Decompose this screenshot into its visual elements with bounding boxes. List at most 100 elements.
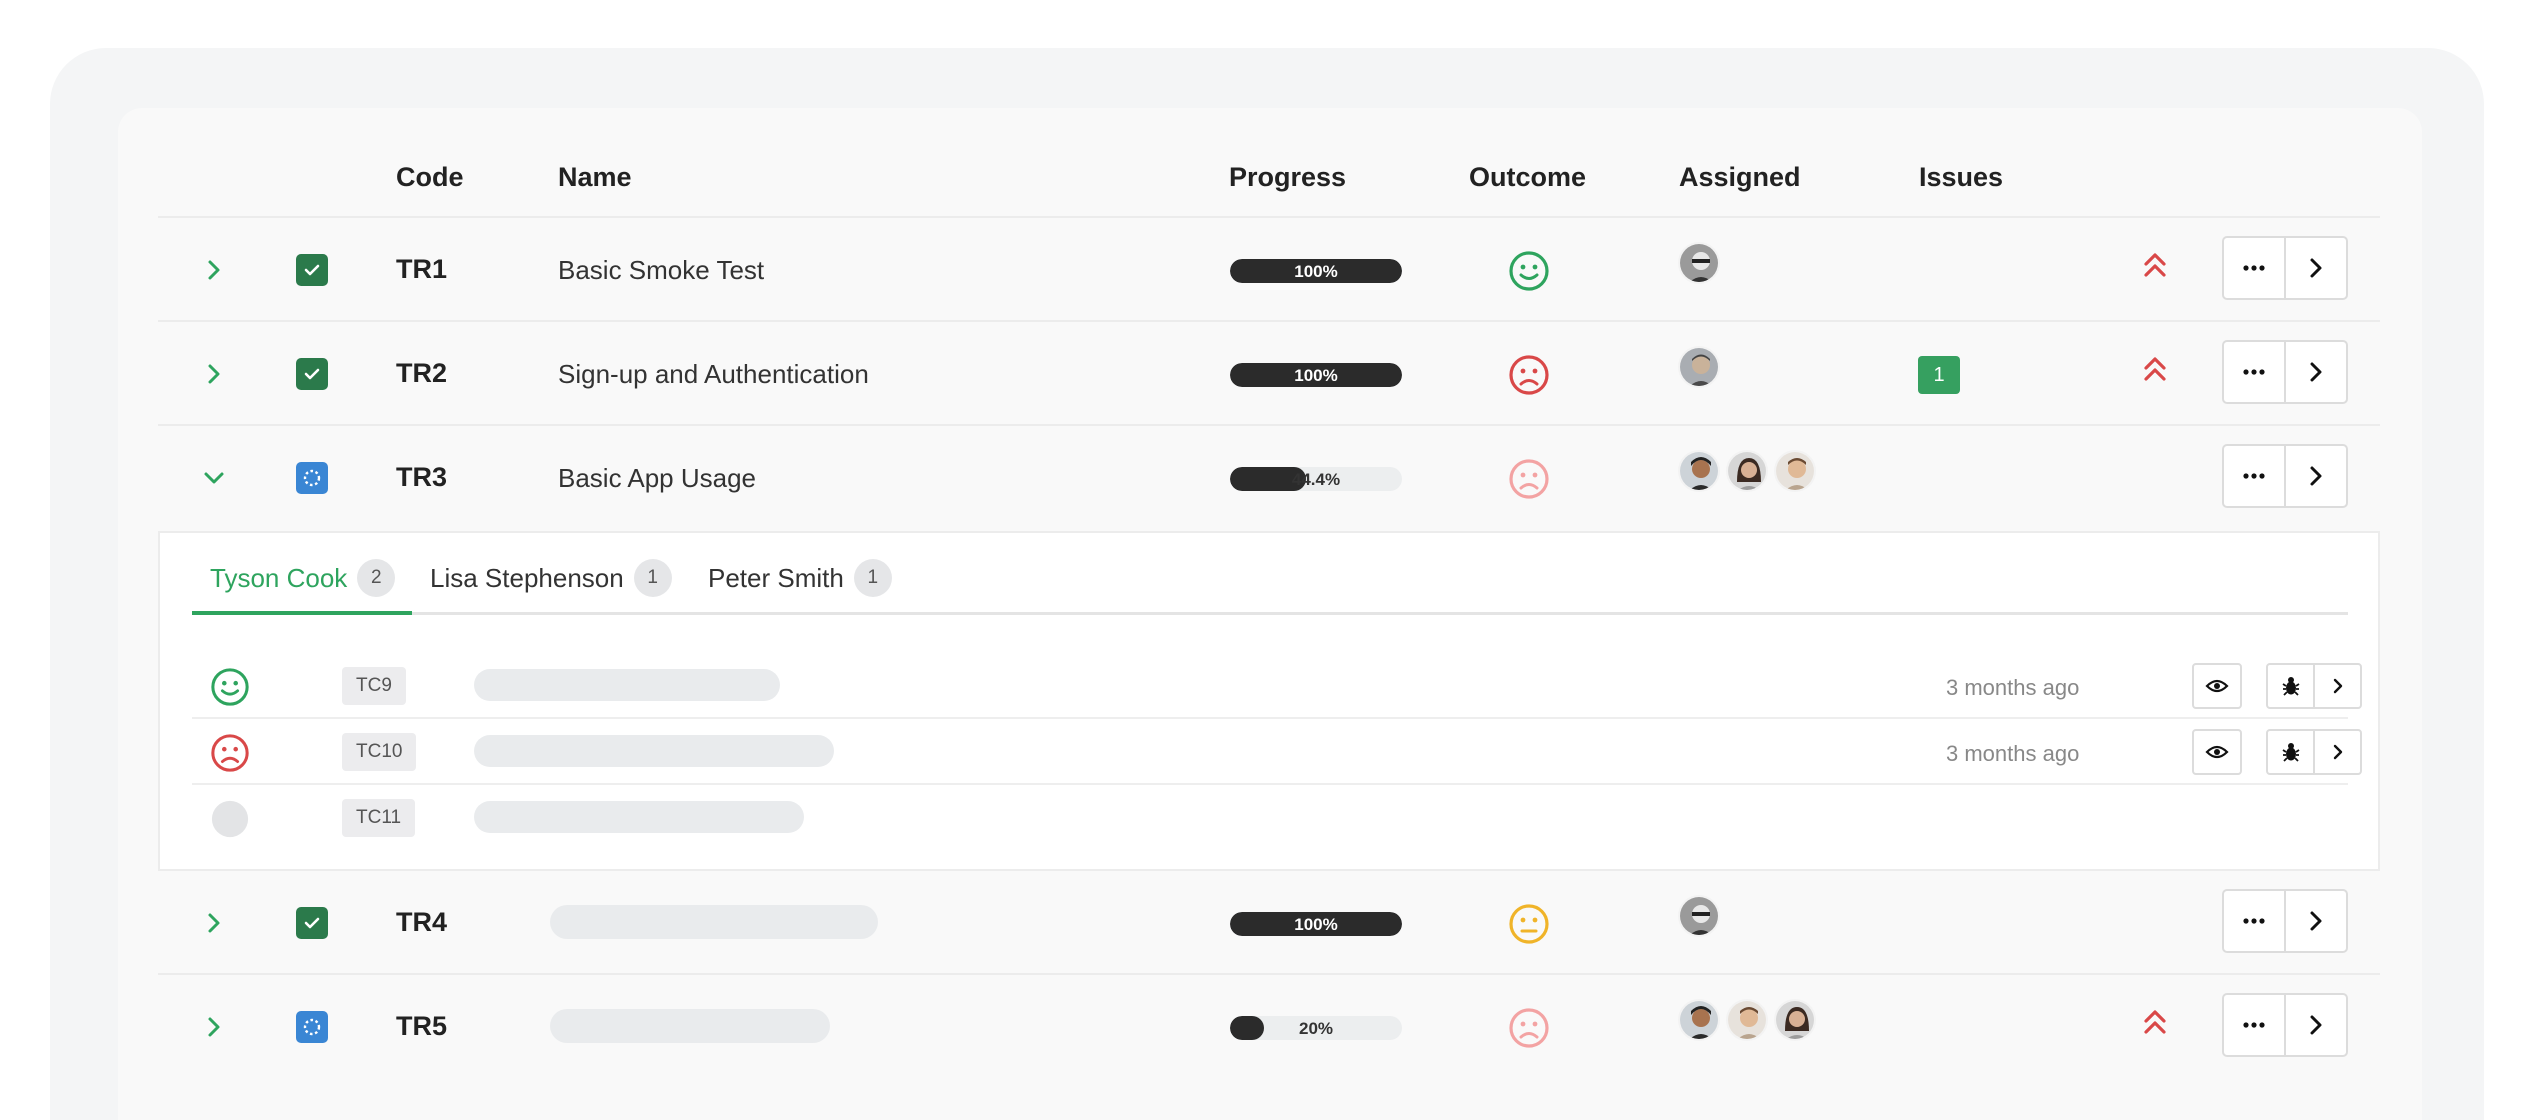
status-complete-checkbox[interactable]	[296, 254, 328, 286]
assignees	[1678, 346, 1726, 388]
tab-count: 2	[357, 559, 396, 597]
chevron-right-icon[interactable]	[198, 1009, 230, 1045]
report-bug-button[interactable]	[2268, 731, 2313, 773]
tab-peter-smith[interactable]: Peter Smith 1	[708, 559, 892, 597]
column-assigned[interactable]: Assigned	[1679, 162, 1801, 193]
run-code: TR3	[396, 462, 448, 492]
run-detail-panel: Tyson Cook 2 Lisa Stephenson 1 Peter Smi…	[158, 531, 2380, 871]
test-case-code: TC10	[342, 733, 417, 771]
smile-icon	[1509, 251, 1549, 291]
tab-lisa-stephenson[interactable]: Lisa Stephenson 1	[430, 559, 672, 597]
table-row[interactable]: TR3 Basic App Usage 44.4%	[158, 426, 2380, 530]
open-button[interactable]	[2284, 995, 2346, 1055]
test-case-name-placeholder	[474, 669, 780, 701]
assignees	[1678, 895, 1726, 937]
table-row[interactable]: TR5 20%	[158, 975, 2380, 1079]
assignees	[1678, 999, 1822, 1041]
progress-bar: 44.4%	[1230, 467, 1402, 491]
table-row[interactable]: TR2 Sign-up and Authentication 100% 1	[158, 322, 2380, 426]
chevron-right-icon	[2333, 744, 2342, 760]
tab-count: 1	[853, 559, 892, 597]
assignees	[1678, 242, 1726, 284]
priority-high-icon	[2144, 1010, 2166, 1034]
test-runs-table: Code Name Progress Outcome Assigned Issu…	[118, 108, 2422, 1120]
avatar[interactable]	[1774, 999, 1816, 1041]
open-test-case-button[interactable]	[2313, 731, 2360, 773]
row-actions	[2222, 993, 2348, 1057]
tab-tyson-cook[interactable]: Tyson Cook 2	[210, 559, 396, 597]
run-code: TR5	[396, 1011, 448, 1041]
bug-icon	[2282, 677, 2299, 696]
row-actions	[2222, 340, 2348, 404]
view-button[interactable]	[2192, 663, 2242, 709]
assignee-tabs: Tyson Cook 2 Lisa Stephenson 1 Peter Smi…	[192, 533, 2348, 615]
avatar[interactable]	[1726, 450, 1768, 492]
open-button[interactable]	[2284, 342, 2346, 402]
timestamp: 3 months ago	[1946, 741, 2080, 766]
list-item[interactable]: TC11	[192, 787, 2348, 851]
chevron-down-icon[interactable]	[198, 460, 230, 496]
issues-badge[interactable]: 1	[1918, 356, 1960, 394]
status-in-progress-checkbox[interactable]	[296, 462, 328, 494]
column-issues[interactable]: Issues	[1919, 162, 2003, 193]
test-case-code: TC11	[342, 799, 416, 837]
chevron-right-icon	[2310, 362, 2322, 382]
chevron-right-icon[interactable]	[198, 905, 230, 941]
report-bug-button[interactable]	[2268, 665, 2313, 707]
sad-icon	[1509, 459, 1549, 499]
table-row[interactable]: TR4 100%	[158, 871, 2380, 975]
run-name[interactable]: Basic Smoke Test	[558, 255, 764, 286]
view-button[interactable]	[2192, 729, 2242, 775]
test-case-name-placeholder	[474, 735, 834, 767]
column-outcome[interactable]: Outcome	[1469, 162, 1586, 193]
avatar[interactable]	[1726, 999, 1768, 1041]
progress-bar: 100%	[1230, 259, 1402, 283]
avatar[interactable]	[1678, 895, 1720, 937]
status-complete-checkbox[interactable]	[296, 907, 328, 939]
open-button[interactable]	[2284, 238, 2346, 298]
smile-icon	[211, 668, 249, 706]
row-actions	[2222, 236, 2348, 300]
more-button[interactable]	[2224, 342, 2284, 402]
more-button[interactable]	[2224, 891, 2284, 951]
timestamp: 3 months ago	[1946, 675, 2080, 700]
chevron-right-icon	[2310, 911, 2322, 931]
more-icon	[2243, 265, 2265, 271]
status-complete-checkbox[interactable]	[296, 358, 328, 390]
open-button[interactable]	[2284, 446, 2346, 506]
avatar[interactable]	[1774, 450, 1816, 492]
open-button[interactable]	[2284, 891, 2346, 951]
avatar[interactable]	[1678, 450, 1720, 492]
progress-label: 100%	[1294, 262, 1338, 281]
chevron-right-icon[interactable]	[198, 252, 230, 288]
run-name[interactable]: Sign-up and Authentication	[558, 359, 869, 390]
avatar[interactable]	[1678, 242, 1720, 284]
sad-icon	[1509, 1008, 1549, 1048]
avatar[interactable]	[1678, 999, 1720, 1041]
column-progress[interactable]: Progress	[1229, 162, 1346, 193]
run-name[interactable]: Basic App Usage	[558, 463, 756, 494]
list-item[interactable]: TC10 3 months ago	[192, 721, 2362, 785]
progress-bar: 100%	[1230, 363, 1402, 387]
avatar[interactable]	[1678, 346, 1720, 388]
eye-icon	[2205, 745, 2229, 759]
active-tab-indicator	[192, 611, 412, 615]
chevron-right-icon	[2310, 258, 2322, 278]
open-test-case-button[interactable]	[2313, 665, 2360, 707]
tab-count: 1	[633, 559, 672, 597]
column-name[interactable]: Name	[558, 162, 632, 193]
progress-label: 20%	[1298, 1019, 1334, 1038]
list-item[interactable]: TC9 3 months ago	[192, 655, 2362, 719]
assignees	[1678, 450, 1822, 492]
more-button[interactable]	[2224, 238, 2284, 298]
more-button[interactable]	[2224, 995, 2284, 1055]
run-name-placeholder	[550, 905, 878, 939]
table-row[interactable]: TR1 Basic Smoke Test 100%	[158, 218, 2380, 322]
status-in-progress-checkbox[interactable]	[296, 1011, 328, 1043]
row-actions	[2222, 444, 2348, 508]
test-case-code: TC9	[342, 667, 406, 705]
column-code[interactable]: Code	[396, 162, 464, 193]
chevron-right-icon[interactable]	[198, 356, 230, 392]
more-icon	[2243, 1022, 2265, 1028]
more-button[interactable]	[2224, 446, 2284, 506]
